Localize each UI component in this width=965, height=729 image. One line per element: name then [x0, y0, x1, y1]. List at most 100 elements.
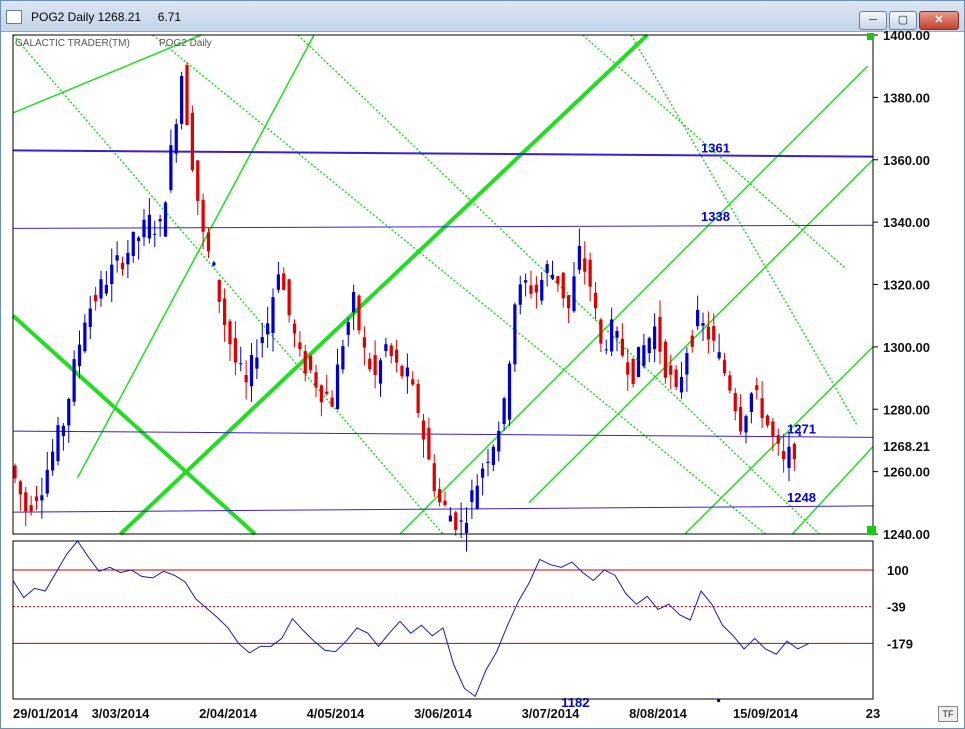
oscillator-line: [12, 540, 809, 698]
candle-body: [669, 365, 673, 375]
candle-body: [373, 355, 377, 376]
candle-body: [486, 461, 490, 464]
candle-body: [153, 233, 157, 235]
candle-body: [513, 304, 517, 365]
candle-body: [212, 262, 216, 266]
price-tick-label: 1360.00: [883, 153, 930, 168]
candle-body: [137, 237, 141, 242]
candle-body: [647, 338, 651, 354]
candle-body: [771, 421, 775, 437]
candle-body: [104, 284, 108, 294]
candle-body: [717, 352, 721, 359]
candle-body: [583, 258, 587, 272]
level-line-1361: [12, 149, 874, 158]
x-tick-label: 3/06/2014: [414, 706, 473, 721]
osc-tick-label: -39: [887, 600, 906, 615]
price-tick-label: 1320.00: [883, 278, 930, 293]
candle-body: [126, 252, 130, 265]
candle-body: [29, 505, 33, 512]
candles: [13, 62, 802, 552]
price-tick-label: 1400.00: [883, 28, 930, 43]
candle-body: [561, 272, 565, 299]
candle-body: [464, 523, 469, 533]
candle-body: [567, 295, 571, 309]
candle-body: [722, 360, 727, 374]
candle-body: [147, 214, 151, 239]
candle-body: [679, 376, 684, 393]
candle-body: [88, 308, 92, 327]
price-tick-label: 1340.00: [883, 215, 930, 230]
candle-body: [190, 112, 194, 171]
candle-body: [701, 323, 705, 326]
price-tick-label: 1240.00: [883, 527, 930, 542]
indicator-label: GALACTIC TRADER(TM): [15, 38, 130, 49]
candle-body: [352, 292, 356, 313]
candle-body: [249, 354, 254, 387]
candle-body: [276, 274, 280, 290]
candle-body: [99, 279, 103, 299]
candle-body: [196, 160, 200, 201]
osc-tick-label: -179: [887, 636, 913, 651]
candle-body: [51, 451, 55, 471]
candle-body: [443, 500, 447, 506]
candle-body: [228, 321, 232, 345]
candle-body: [653, 326, 657, 350]
candle-body: [706, 326, 710, 340]
timeframe-button[interactable]: TF: [938, 706, 958, 722]
candle-body: [416, 383, 420, 414]
candle-body: [217, 279, 221, 302]
chart-canvas[interactable]: 1361133812711248 100-39-1791182 1240.001…: [1, 1, 964, 728]
candle-body: [110, 264, 114, 284]
level-label-1248: 1248: [787, 490, 816, 505]
x-tick-label: 29/01/2014: [13, 706, 79, 721]
candle-body: [545, 264, 549, 273]
x-tick-label: 3/07/2014: [522, 706, 581, 721]
x-tick-label: 23: [866, 706, 880, 721]
candle-body: [142, 219, 146, 238]
x-tick-label: 15/09/2014: [733, 706, 799, 721]
angle-line: [76, 34, 315, 479]
last-price-label: 1268.21: [883, 439, 930, 454]
axes: 1240.00 1260.00 1280.00 1300.00 1320.00 1340.…: [12, 28, 930, 721]
candle-body: [787, 446, 791, 468]
candle-body: [782, 451, 786, 460]
candle-body: [744, 416, 748, 433]
candle-body: [454, 512, 458, 530]
level-line-1248: [12, 505, 874, 513]
angle-line: [399, 65, 869, 535]
candle-body: [163, 202, 168, 237]
candle-body: [67, 398, 71, 426]
candle-body: [298, 342, 302, 350]
bottom-marker: [867, 526, 876, 535]
candle-body: [244, 375, 248, 383]
x-tick-label: 4/05/2014: [307, 706, 366, 721]
price-tick-label: 1280.00: [883, 402, 930, 417]
candle-body: [599, 319, 603, 344]
candle-body: [556, 276, 560, 284]
candle-body: [319, 385, 323, 403]
candle-body: [491, 446, 495, 466]
x-tick-label: 8/08/2014: [629, 706, 688, 721]
candle-body: [550, 274, 555, 279]
candle-body: [185, 65, 189, 126]
candle-body: [335, 364, 340, 410]
candle-body: [459, 520, 463, 522]
candle-body: [588, 259, 592, 287]
angle-lines: [11, 33, 874, 536]
candle-body: [411, 379, 415, 385]
candle-body: [405, 367, 409, 377]
candle-body: [432, 463, 436, 492]
candle-body: [94, 294, 98, 302]
candle-body: [604, 349, 608, 351]
horizontal-levels: 1361 1338 1271 1248: [12, 141, 874, 513]
candle-body: [239, 363, 243, 365]
osc-tick-label: 100: [887, 563, 909, 578]
candle-body: [733, 393, 737, 412]
candle-body: [739, 407, 743, 432]
candle-body: [470, 490, 474, 502]
candle-body: [507, 363, 512, 420]
candle-body: [792, 444, 796, 460]
chart-window: POG2 Daily 1268.21 6.71 ─ ▢ ✕ 1361 1338 12…: [0, 0, 965, 729]
candle-body: [658, 316, 662, 352]
candle-body: [389, 345, 393, 357]
